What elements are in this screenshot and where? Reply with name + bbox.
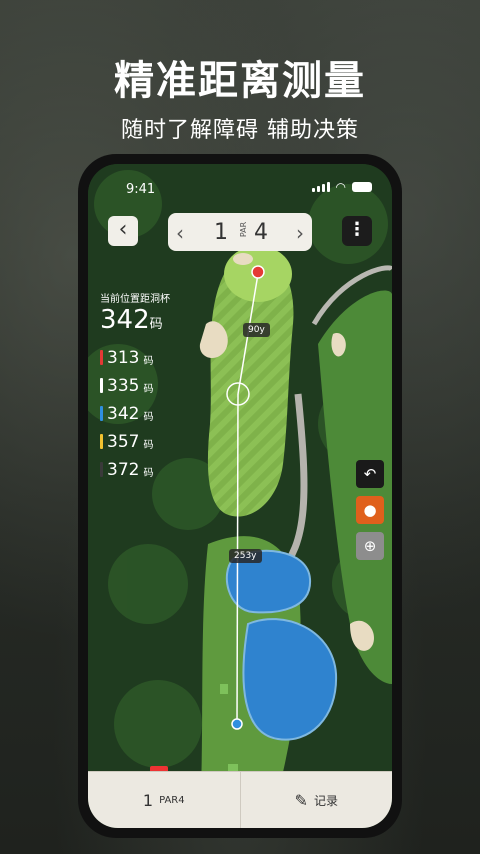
club-distance-unit: 码 <box>143 440 154 451</box>
phone-frame: 9:41 ◠ ‹ ‹ 1 PAR 4 › ⋮ 当前位置距洞杯 342码 313 码 <box>78 154 402 838</box>
club-distance-value: 313 <box>107 348 140 368</box>
distance-value: 342 <box>100 305 150 335</box>
record-label: 记录 <box>313 793 338 808</box>
tee-box <box>220 684 228 694</box>
promo-headline: 精准距离测量 <box>114 58 366 104</box>
distance-label-mid: 253y <box>229 549 262 563</box>
club-color-marker <box>100 462 103 477</box>
next-hole-button[interactable]: › <box>296 221 304 245</box>
signal-icon <box>311 182 330 192</box>
club-distance-unit: 码 <box>143 384 154 395</box>
bottom-bar: 1 PAR4 ✎ 记录 <box>88 771 392 828</box>
location-button[interactable]: ● <box>356 496 384 524</box>
club-distance-row: 342 码 <box>100 402 172 424</box>
distance-caption: 当前位置距洞杯 <box>100 294 170 305</box>
promo-subline: 随时了解障碍 辅助决策 <box>121 118 359 143</box>
club-distance-value: 335 <box>107 376 140 396</box>
crosshair-icon: ⊕ <box>363 537 377 555</box>
more-vertical-icon: ⋮ <box>348 219 366 240</box>
recenter-button[interactable]: ⊕ <box>356 532 384 560</box>
edit-note-icon: ✎ <box>294 790 308 810</box>
location-pin-icon: ● <box>363 501 377 519</box>
bunker <box>233 253 253 265</box>
club-distance-row: 313 码 <box>100 346 172 368</box>
hole-tab[interactable]: 1 PAR4 <box>88 772 240 828</box>
club-distance-value: 357 <box>107 432 140 452</box>
undo-icon: ↶ <box>363 465 377 483</box>
par-value: 4 <box>254 220 268 245</box>
club-distance-unit: 码 <box>143 412 154 423</box>
par-label: PAR <box>239 221 249 238</box>
flag-marker <box>251 265 265 279</box>
status-time: 9:41 <box>126 182 156 197</box>
club-distance-value: 372 <box>107 460 140 480</box>
hole-selector: ‹ 1 PAR 4 › <box>168 213 312 251</box>
club-distance-unit: 码 <box>143 356 154 367</box>
bottom-par: PAR4 <box>159 794 185 806</box>
club-distance-value: 342 <box>107 404 140 424</box>
distance-panel: 当前位置距洞杯 342码 313 码 335 码 342 码 357 码 372 码 <box>100 290 172 480</box>
club-distance-row: 335 码 <box>100 374 172 396</box>
distance-to-pin: 342码 <box>100 305 172 340</box>
club-color-marker <box>100 378 103 393</box>
back-button[interactable]: ‹ <box>108 216 138 246</box>
club-distance-unit: 码 <box>143 468 154 479</box>
player-position-marker <box>231 718 243 730</box>
status-bar: 9:41 ◠ <box>88 164 392 200</box>
club-color-marker <box>100 434 103 449</box>
club-distance-row: 372 码 <box>100 458 172 480</box>
more-button[interactable]: ⋮ <box>342 216 372 246</box>
club-distance-list: 313 码 335 码 342 码 357 码 372 码 <box>100 346 172 480</box>
distance-label-near-green: 90y <box>243 323 270 337</box>
club-color-marker <box>100 406 103 421</box>
phone-screen: 9:41 ◠ ‹ ‹ 1 PAR 4 › ⋮ 当前位置距洞杯 342码 313 码 <box>88 164 392 828</box>
record-tab[interactable]: ✎ 记录 <box>239 772 393 828</box>
course-map[interactable] <box>88 164 392 828</box>
chevron-left-icon: ‹ <box>118 217 128 242</box>
distance-unit: 码 <box>149 317 163 332</box>
battery-icon <box>352 182 372 192</box>
hole-number: 1 <box>214 220 228 245</box>
prev-hole-button[interactable]: ‹ <box>176 221 184 245</box>
club-distance-row: 357 码 <box>100 430 172 452</box>
undo-button[interactable]: ↶ <box>356 460 384 488</box>
bottom-hole-number: 1 <box>142 790 154 810</box>
wifi-icon: ◠ <box>335 180 346 194</box>
club-color-marker <box>100 350 103 365</box>
